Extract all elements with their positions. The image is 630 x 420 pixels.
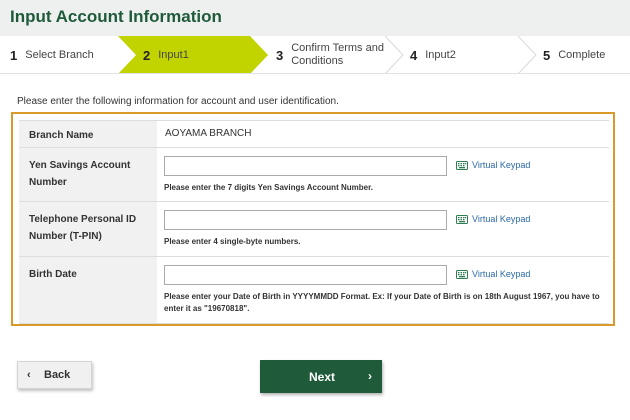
next-button-label: Next	[309, 370, 336, 384]
keyboard-icon	[456, 214, 468, 224]
step-number: 2	[143, 47, 151, 63]
step-2: 2 Input1	[143, 36, 189, 74]
back-button[interactable]: ‹ Back	[17, 361, 92, 389]
step-5: 5 Complete	[543, 36, 605, 74]
step-4: 4 Input2	[410, 36, 456, 74]
keyboard-icon	[456, 160, 468, 170]
next-button[interactable]: Next ›	[260, 360, 382, 393]
step-active-highlight	[118, 36, 268, 74]
step-3: 3 Confirm Terms and Conditions	[276, 36, 384, 74]
intro-text: Please enter the following information f…	[17, 96, 339, 107]
step-separator	[517, 36, 537, 74]
branch-value: AOYAMA BRANCH	[165, 128, 252, 139]
step-label: Input1	[158, 48, 189, 61]
account-number-label: Yen Savings Account Number	[29, 160, 131, 188]
chevron-left-icon: ‹	[27, 369, 31, 381]
chevron-right-icon: ›	[368, 369, 372, 383]
birth-date-input[interactable]	[164, 265, 447, 285]
step-label: Select Branch	[25, 48, 94, 61]
virtual-keypad-label[interactable]: Virtual Keypad	[472, 269, 530, 279]
virtual-keypad-link[interactable]: Virtual Keypad	[456, 214, 530, 224]
step-indicator: 1 Select Branch 2 Input1 3 Confirm Terms…	[0, 36, 630, 74]
virtual-keypad-link[interactable]: Virtual Keypad	[456, 269, 530, 279]
tpin-input[interactable]	[164, 210, 447, 230]
form-row-tpin: Telephone Personal ID Number (T-PIN) Vir…	[19, 201, 609, 257]
form-row-account: Yen Savings Account Number Virtual Keypa…	[19, 147, 609, 202]
step-label: Complete	[558, 48, 606, 61]
page-header: Input Account Information	[0, 0, 630, 36]
step-1: 1 Select Branch	[10, 36, 94, 74]
tpin-help: Please enter 4 single-byte numbers.	[164, 237, 301, 246]
step-label-line: Conditions	[291, 55, 344, 67]
keyboard-icon	[456, 269, 468, 279]
account-number-input[interactable]	[164, 156, 447, 176]
account-number-help: Please enter the 7 digits Yen Savings Ac…	[164, 183, 373, 192]
step-number: 5	[543, 47, 551, 63]
tpin-label: Telephone Personal ID Number (T-PIN)	[29, 214, 137, 242]
form-row-branch: Branch Name AOYAMA BRANCH	[19, 120, 609, 148]
step-label-line: Confirm Terms and	[291, 42, 384, 54]
step-number: 1	[10, 47, 18, 63]
account-form: Branch Name AOYAMA BRANCH Yen Savings Ac…	[11, 112, 615, 326]
back-button-label: Back	[44, 369, 71, 381]
birth-date-help: Please enter your Date of Birth in YYYYM…	[164, 292, 600, 313]
branch-label: Branch Name	[29, 130, 94, 141]
step-label: Input2	[425, 48, 456, 61]
birth-date-label: Birth Date	[29, 269, 77, 280]
step-label: Confirm Terms and Conditions	[291, 42, 384, 68]
virtual-keypad-label[interactable]: Virtual Keypad	[472, 214, 530, 224]
virtual-keypad-link[interactable]: Virtual Keypad	[456, 160, 530, 170]
step-number: 3	[276, 47, 284, 63]
step-number: 4	[410, 47, 418, 63]
virtual-keypad-label[interactable]: Virtual Keypad	[472, 160, 530, 170]
form-row-birth-date: Birth Date Virtual Keypad Please enter y…	[19, 256, 609, 324]
page-title: Input Account Information	[10, 7, 222, 26]
step-separator	[384, 36, 404, 74]
